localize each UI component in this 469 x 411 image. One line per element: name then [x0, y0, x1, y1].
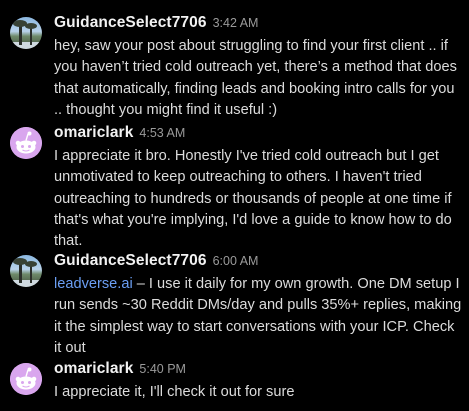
username[interactable]: GuidanceSelect7706	[54, 252, 207, 270]
avatar[interactable]	[10, 127, 42, 159]
message-header: GuidanceSelect7706 6:00 AM	[54, 252, 461, 272]
timestamp: 5:40 PM	[139, 362, 186, 376]
chat-message: omariclark 5:40 PM I appreciate it, I'll…	[0, 360, 469, 403]
timestamp: 3:42 AM	[212, 16, 259, 30]
username[interactable]: omariclark	[54, 124, 133, 142]
chat-message: omariclark 4:53 AM I appreciate it bro. …	[0, 124, 469, 252]
avatar[interactable]	[10, 17, 42, 49]
avatar-ground	[10, 280, 42, 287]
chat-thread: GuidanceSelect7706 3:42 AM hey, saw your…	[0, 0, 469, 411]
message-header: GuidanceSelect7706 3:42 AM	[54, 14, 461, 34]
message-text: leadverse.ai – I use it daily for my own…	[54, 274, 462, 359]
username[interactable]: GuidanceSelect7706	[54, 14, 207, 32]
message-text: hey, saw your post about struggling to f…	[54, 38, 457, 118]
avatar-ground	[10, 42, 42, 49]
timestamp: 4:53 AM	[139, 126, 186, 140]
message-text: I appreciate it, I'll check it out for s…	[54, 384, 295, 400]
reddit-alien-icon	[10, 363, 42, 395]
message-header: omariclark 5:40 PM	[54, 360, 461, 380]
username[interactable]: omariclark	[54, 360, 133, 378]
message-text: I appreciate it bro. Honestly I've tried…	[54, 148, 452, 250]
chat-message: GuidanceSelect7706 6:00 AM leadverse.ai …	[0, 252, 469, 359]
avatar[interactable]	[10, 363, 42, 395]
chat-message: GuidanceSelect7706 3:42 AM hey, saw your…	[0, 14, 469, 121]
message-header: omariclark 4:53 AM	[54, 124, 461, 144]
timestamp: 6:00 AM	[212, 254, 259, 268]
reddit-alien-icon	[10, 127, 42, 159]
palm-leaves-icon	[25, 23, 37, 29]
avatar[interactable]	[10, 255, 42, 287]
palm-leaves-icon	[25, 261, 37, 267]
message-link[interactable]: leadverse.ai	[54, 276, 133, 292]
